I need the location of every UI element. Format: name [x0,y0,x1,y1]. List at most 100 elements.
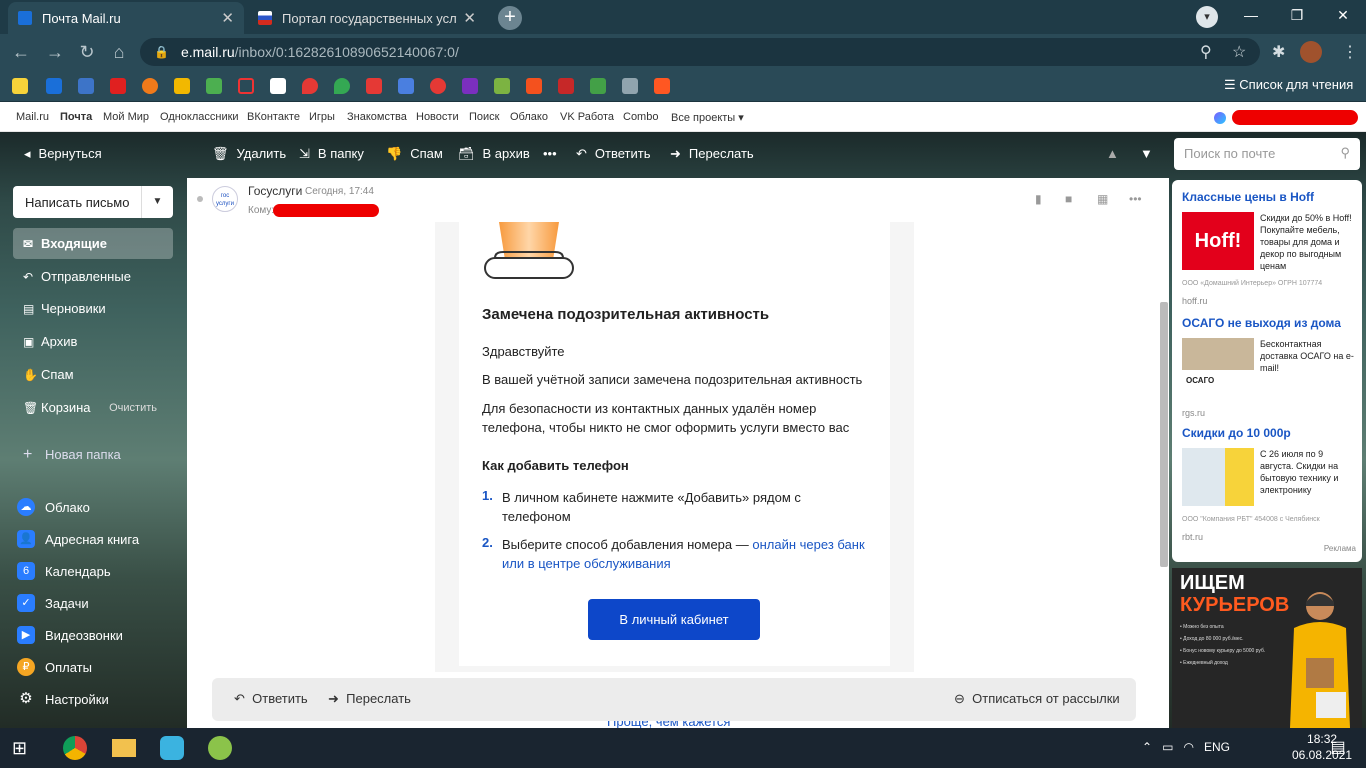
tab-mail[interactable]: Почта Mail.ru ✕ [8,2,244,34]
archive-button[interactable]: 🗃 В архив [458,146,530,162]
footer-forward-button[interactable]: ➜ Переслать [328,691,411,707]
file-explorer-icon[interactable] [112,739,136,757]
ad-domain[interactable]: rbt.ru [1182,532,1203,542]
bookmark-orange-icon[interactable] [142,78,158,94]
wifi-icon[interactable]: ◠ [1183,740,1193,754]
bookmark-lf-icon[interactable] [526,78,542,94]
mail-search-input[interactable]: Поиск по почте ⚲ [1174,138,1360,170]
forward-nav-icon[interactable]: → [44,42,66,63]
bookmark-gmail-icon[interactable] [270,78,286,94]
bookmark-vk-icon[interactable] [78,78,94,94]
courier-banner[interactable]: ИЩЕМ КУРЬЕРОВ • Можно без опыта • Доход … [1172,568,1362,728]
portal-link[interactable]: ВКонтакте [247,111,300,123]
folder-inbox[interactable]: ✉ Входящие [13,228,173,259]
bookmark-folder-icon[interactable] [12,78,28,94]
osago-image[interactable]: ОСАГО [1182,338,1254,396]
home-icon[interactable]: ⌂ [108,42,130,63]
language-indicator[interactable]: ENG [1204,740,1230,754]
portal-link[interactable]: Знакомства [347,111,407,123]
calendar-add-icon[interactable]: ▦ [1097,192,1108,206]
bookmark-a-icon[interactable] [366,78,382,94]
video-icon[interactable]: ■ [1065,192,1072,206]
app-calendar[interactable]: 6 Календарь [13,558,183,584]
close-tab-icon[interactable]: ✕ [221,9,234,27]
hoff-logo[interactable]: Hoff! [1182,212,1254,270]
folder-sent[interactable]: ↶ Отправленные [13,261,173,292]
bookmark-opera-icon[interactable] [430,78,446,94]
windows-start-icon[interactable]: ⊞ [12,736,36,760]
extensions-icon[interactable]: ✱ [1272,42,1285,62]
ad-domain[interactable]: hoff.ru [1182,296,1207,306]
minimize-button[interactable]: — [1228,0,1274,30]
profile-menu-icon[interactable]: ▾ [1196,6,1218,28]
portal-link[interactable]: Игры [309,111,335,123]
tray-chevron-icon[interactable]: ⌃ [1142,740,1152,754]
rbt-appliance-image[interactable] [1182,448,1254,506]
bookmark-robot-icon[interactable] [622,78,638,94]
unread-dot[interactable] [197,196,203,202]
empty-trash-link[interactable]: Очистить [109,402,157,414]
to-folder-button[interactable]: ⇲ В папку [299,146,364,162]
bookmark-google-maps-icon[interactable] [334,78,350,94]
reload-icon[interactable]: ↻ [76,42,98,63]
profile-avatar-icon[interactable] [1300,41,1322,63]
bookmark-icon[interactable]: ▮ [1035,192,1042,206]
bookmark-translate-icon[interactable] [398,78,414,94]
portal-link[interactable]: Все проекты ▾ [671,111,744,124]
footer-reply-button[interactable]: ↶ Ответить [234,691,308,707]
app-settings[interactable]: ⚙ Настройки [13,686,183,712]
more-icon[interactable]: ••• [1129,192,1142,206]
bookmark-youtube-icon[interactable] [110,78,126,94]
bookmark-flower-icon[interactable] [590,78,606,94]
back-button[interactable]: ◂ Вернуться [24,146,102,162]
bookmark-emblem-icon[interactable] [558,78,574,94]
ad-title[interactable]: Классные цены в Hoff [1182,190,1314,204]
ad-domain[interactable]: rgs.ru [1182,408,1205,418]
reading-list-button[interactable]: ☰ Список для чтения [1224,77,1353,93]
prev-message-icon[interactable]: ▲ [1106,146,1119,161]
tab-gosuslugi[interactable]: Портал государственных услуг ✕ [248,2,486,34]
ad-title[interactable]: ОСАГО не выходя из дома [1182,316,1341,330]
notifications-icon[interactable]: ▤ [1326,736,1350,760]
personal-account-button[interactable]: В личный кабинет [588,599,760,640]
bookmark-e-icon[interactable] [206,78,222,94]
folder-drafts[interactable]: ▤ Черновики [13,293,173,324]
app-cloud[interactable]: ☁ Облако [13,494,183,520]
search-icon[interactable]: ⚲ [1340,145,1350,161]
browser-menu-icon[interactable]: ⋮ [1342,42,1358,62]
portal-link[interactable]: Mail.ru [16,111,49,123]
spam-button[interactable]: 👎 Спам [386,146,443,162]
bookmark-c-icon[interactable] [174,78,190,94]
redacted-username[interactable] [1232,110,1358,125]
new-tab-button[interactable]: + [498,6,522,30]
unsubscribe-button[interactable]: ⊖ Отписаться от рассылки [954,691,1120,707]
paint-icon[interactable] [208,736,232,760]
bookmark-star-icon[interactable]: ☆ [1232,42,1246,62]
portal-link[interactable]: Поиск [469,111,499,123]
reply-button[interactable]: ↶ Ответить [576,146,650,162]
folder-archive[interactable]: ▣ Архив [13,326,173,357]
new-folder-button[interactable]: + Новая папка [13,439,173,470]
portal-link[interactable]: Одноклассники [160,111,239,123]
message-scrollbar[interactable] [1160,302,1168,567]
app-n-icon[interactable] [160,736,184,760]
sender-name[interactable]: Госуслуги [248,184,302,198]
chrome-icon[interactable] [63,736,87,760]
folder-spam[interactable]: ✋ Спам [13,359,173,390]
battery-icon[interactable]: ▭ [1162,740,1173,754]
app-contacts[interactable]: 👤 Адресная книга [13,526,183,552]
forward-button[interactable]: ➜ Переслать [670,146,754,162]
portal-link[interactable]: Новости [416,111,459,123]
compose-button[interactable]: Написать письмо ▼ [13,186,173,218]
bookmark-green-icon[interactable] [494,78,510,94]
app-video-calls[interactable]: ▶ Видеозвонки [13,622,183,648]
ad-title[interactable]: Скидки до 10 000р [1182,426,1291,440]
user-avatar-icon[interactable] [1214,112,1226,124]
next-message-icon[interactable]: ▼ [1140,146,1153,161]
folder-trash[interactable]: 🗑 Корзина Очистить [13,392,173,423]
portal-link[interactable]: Мой Мир [103,111,149,123]
portal-link[interactable]: Облако [510,111,548,123]
portal-link[interactable]: Почта [60,111,92,123]
bookmark-maps-pin-icon[interactable] [302,78,318,94]
url-bar[interactable]: 🔒 e.mail.ru/inbox/0:16282610890652140067… [140,38,1260,66]
